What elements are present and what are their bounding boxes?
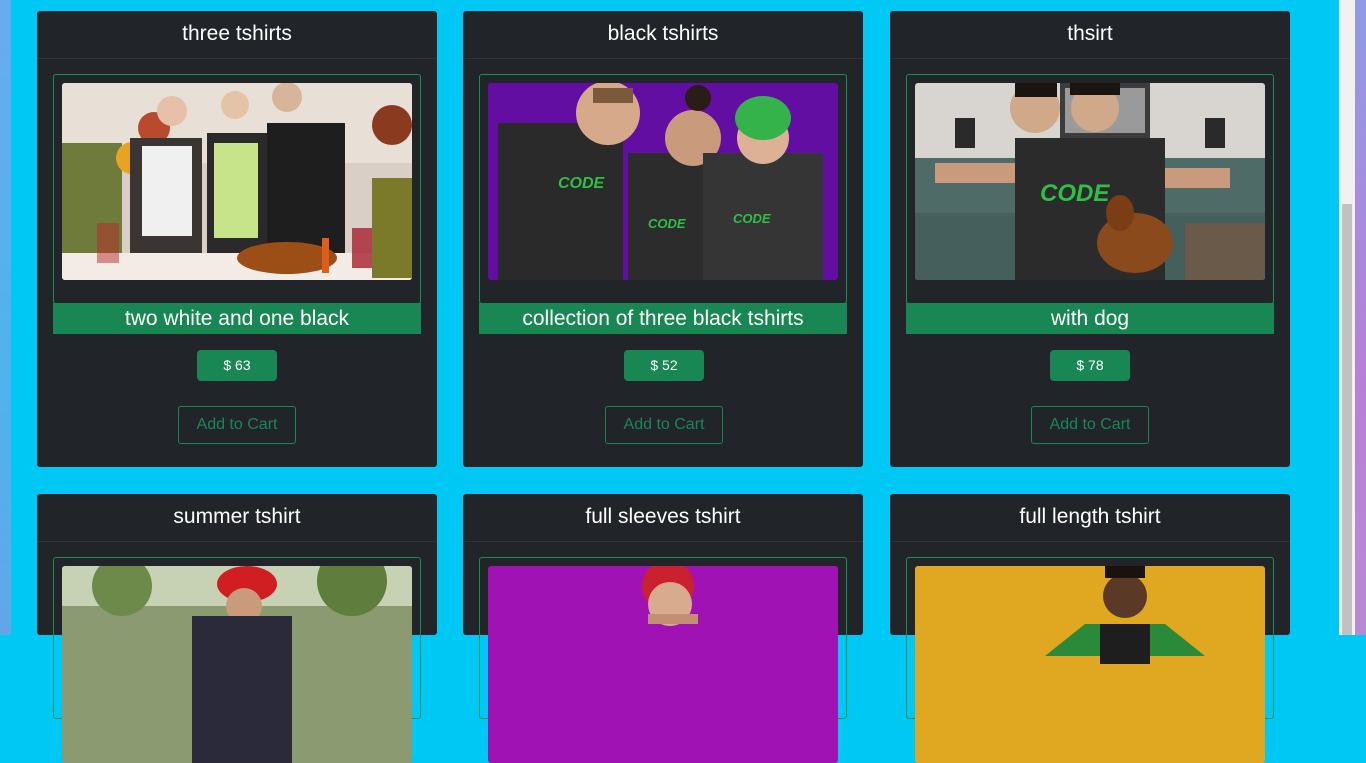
product-card-thsirt: thsirt CODE with dog $ 78 Add to Cart: [890, 11, 1290, 467]
product-image-frame: [53, 557, 421, 763]
card-title: full length tshirt: [890, 494, 1290, 542]
add-to-cart-button[interactable]: Add to Cart: [1031, 406, 1149, 444]
svg-text:CODE: CODE: [733, 211, 771, 226]
card-title: thsirt: [890, 11, 1290, 59]
product-card-three-tshirts: three tshirts two white and one black $ …: [37, 11, 437, 467]
price-badge: $ 78: [1050, 350, 1130, 381]
product-photo: [62, 83, 412, 280]
right-edge-strip: [1355, 0, 1366, 635]
product-photo: CODE CODE CODE: [488, 83, 838, 280]
price-badge: $ 52: [624, 350, 704, 381]
product-card-full-sleeves-tshirt: full sleeves tshirt: [463, 494, 863, 763]
product-caption: two white and one black: [53, 303, 421, 334]
scrollbar-thumb[interactable]: [1342, 204, 1352, 635]
card-title: full sleeves tshirt: [463, 494, 863, 542]
product-photo: CODE: [915, 83, 1265, 280]
svg-text:CODE: CODE: [1040, 180, 1110, 207]
product-card-full-length-tshirt: full length tshirt: [890, 494, 1290, 763]
add-to-cart-button[interactable]: Add to Cart: [178, 406, 296, 444]
price-badge: $ 63: [197, 350, 277, 381]
product-image-frame: CODE CODE CODE: [479, 74, 847, 304]
product-image-frame: [479, 557, 847, 763]
add-to-cart-button[interactable]: Add to Cart: [605, 406, 723, 444]
product-photo: [62, 566, 412, 763]
card-title: summer tshirt: [37, 494, 437, 542]
product-image-frame: [906, 557, 1274, 763]
svg-text:CODE: CODE: [648, 216, 686, 231]
product-caption: with dog: [906, 303, 1274, 334]
product-image-frame: CODE: [906, 74, 1274, 304]
product-card-black-tshirts: black tshirts CODE CODE CODE collection …: [463, 11, 863, 467]
product-photo: [488, 566, 838, 763]
product-photo: [915, 566, 1265, 763]
svg-text:CODE: CODE: [558, 175, 606, 192]
product-image-frame: [53, 74, 421, 304]
product-caption: collection of three black tshirts: [479, 303, 847, 334]
card-title: three tshirts: [37, 11, 437, 59]
left-edge-strip: [0, 0, 11, 635]
product-card-summer-tshirt: summer tshirt: [37, 494, 437, 763]
card-title: black tshirts: [463, 11, 863, 59]
